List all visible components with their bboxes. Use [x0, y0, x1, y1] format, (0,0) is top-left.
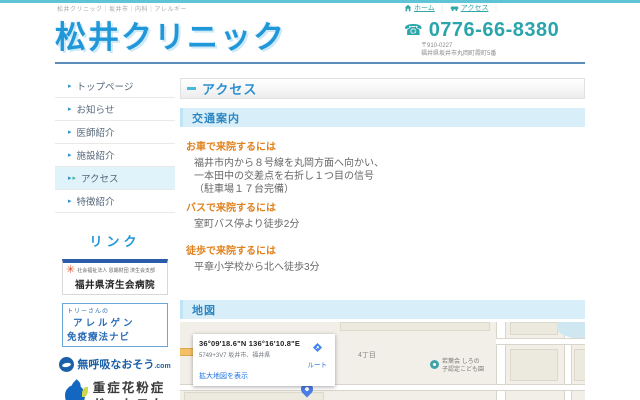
traffic-by-car: お車で来院するには 福井市内から８号線を丸岡方面へ向かい、 一本田中の交差点を右… — [186, 138, 576, 196]
arrow-icon: ▸ — [68, 129, 72, 136]
sidebar-item-access[interactable]: ▸ ▸ アクセス — [55, 167, 175, 190]
street-address: 福井県坂井市丸岡町霞町5番 — [421, 50, 496, 58]
poi-label-line1: 若葉会 しろの — [442, 358, 484, 366]
utilnav-separator: ｜ — [439, 3, 446, 13]
sidebar-item-doctors[interactable]: ▸ 医師紹介 — [55, 121, 175, 144]
route-label: ルート — [308, 359, 328, 369]
traffic-by-bus-title: バスで来院するには — [186, 199, 576, 214]
map-block — [574, 349, 585, 381]
saiseikai-org-line: 社会福祉法人 恩賜財団 済生会支部 — [77, 268, 155, 274]
sidebar-item-label: 施設紹介 — [77, 148, 115, 162]
traffic-by-bus-line: 室町バス停より徒歩2分 — [194, 218, 576, 231]
mukokyu-tld: .com — [154, 363, 170, 370]
map-block — [510, 322, 558, 335]
arrow-icon: ▸ — [68, 198, 72, 205]
phone-icon: ☎ — [404, 23, 423, 38]
traffic-section-heading: 交通案内 — [180, 108, 585, 127]
banner-mukokyu-naosou[interactable]: 無呼吸なおそう.com — [59, 356, 170, 372]
postal-code: 〒910-0227 — [421, 42, 496, 50]
utilnav-access-link[interactable]: アクセス — [450, 3, 489, 13]
kafun-name: 重症花粉症 ドットコム — [93, 380, 166, 400]
top-accent-bar — [0, 0, 640, 3]
sidebar-item-features[interactable]: ▸ 特徴紹介 — [55, 190, 175, 213]
map-block — [340, 322, 490, 331]
traffic-by-walk-title: 徒歩で来院するには — [186, 242, 576, 257]
embedded-map[interactable]: 4丁目 丸岡町本町 若葉会 しろの 子認定こども園 36°09'18.6"N 1… — [180, 322, 585, 400]
traffic-by-walk: 徒歩で来院するには 平章小学校から北へ徒歩3分 — [186, 242, 576, 274]
banner-allergen-navi[interactable]: トリーさんの アレルゲン 免疫療法ナビ — [62, 303, 168, 347]
mukokyu-logo-icon — [59, 357, 74, 372]
sidebar-nav: ▸ トップページ ▸ お知らせ ▸ 医師紹介 ▸ 施設紹介 ▸ ▸ アクセス ▸… — [55, 75, 175, 400]
traffic-by-car-line: （駐車場１７台完備） — [194, 183, 576, 196]
traffic-by-car-line: 一本田中の交差点を右折し１つ目の信号 — [194, 170, 576, 183]
water-drop-leaf — [82, 387, 88, 397]
clinic-website-page: 松井クリニック｜坂井市｜内科｜アレルギー ホーム ｜ アクセス ｜ 松井クリニッ… — [0, 0, 640, 400]
poi-label: 若葉会 しろの 子認定こども園 — [442, 358, 484, 374]
utilnav-separator: ｜ — [492, 3, 499, 13]
allergen-top-line: トリーさんの — [67, 306, 163, 315]
sidebar-item-label: アクセス — [81, 171, 119, 185]
map-info-card: 36°09'18.6"N 136°16'10.8"E 5749+3V7 坂井市、… — [193, 334, 335, 386]
traffic-by-car-title: お車で来院するには — [186, 138, 576, 153]
title-marker-icon — [187, 87, 196, 90]
sidebar-item-top-page[interactable]: ▸ トップページ — [55, 75, 175, 98]
school-icon — [430, 360, 439, 369]
traffic-by-car-line: 福井市内から８号線を丸岡方面へ向かい、 — [194, 157, 576, 170]
directions-icon — [312, 342, 323, 353]
map-water-corner — [557, 322, 585, 338]
address-block: 〒910-0227 福井県坂井市丸岡町霞町5番 — [421, 42, 496, 58]
link-banners: ✳ 社会福祉法人 恩賜財団 済生会支部 福井県済生会病院 トリーさんの アレルゲ… — [55, 250, 175, 400]
links-heading: リンク — [55, 231, 175, 250]
arrow-icon: ▸ — [68, 106, 72, 113]
traffic-by-walk-line: 平章小学校から北へ徒歩3分 — [194, 261, 576, 274]
phone-block: ☎ 0776-66-8380 — [404, 19, 559, 42]
phone-number: 0776-66-8380 — [429, 19, 560, 42]
sidebar-item-facility[interactable]: ▸ 施設紹介 — [55, 144, 175, 167]
main-content: アクセス 交通案内 お車で来院するには 福井市内から８号線を丸岡方面へ向かい、 … — [180, 78, 585, 400]
clinic-logo-title[interactable]: 松井クリニック — [55, 12, 286, 57]
map-block — [510, 349, 558, 381]
arrow-icon: ▸ — [73, 175, 77, 182]
header-divider — [55, 62, 585, 64]
map-poi-kindergarten[interactable]: 若葉会 しろの 子認定こども園 — [430, 358, 484, 374]
arrow-icon: ▸ — [68, 152, 72, 159]
view-larger-map-link[interactable]: 拡大地図を表示 — [199, 371, 248, 381]
water-drop-icon — [65, 381, 87, 400]
arrow-icon: ▸ — [68, 83, 72, 90]
saiseikai-name: 福井県済生会病院 — [66, 277, 164, 291]
home-icon — [404, 4, 412, 12]
traffic-by-bus: バスで来院するには 室町バス停より徒歩2分 — [186, 199, 576, 231]
map-label-district: 4丁目 — [358, 350, 376, 360]
utilnav-access-label: アクセス — [461, 3, 489, 13]
poi-label-line2: 子認定こども園 — [442, 366, 484, 374]
mukokyu-name: 無呼吸なおそう.com — [77, 356, 170, 372]
allergen-line2: 免疫療法ナビ — [67, 329, 163, 343]
saiseikai-flower-icon: ✳ — [66, 265, 75, 276]
map-road — [496, 338, 585, 345]
map-section-heading: 地図 — [180, 300, 585, 319]
car-icon — [450, 4, 459, 12]
banner-saiseikai-hospital[interactable]: ✳ 社会福祉法人 恩賜財団 済生会支部 福井県済生会病院 — [62, 259, 168, 295]
sidebar-item-label: お知らせ — [77, 102, 115, 116]
map-route-button[interactable]: ルート — [308, 340, 328, 369]
banner-kafunsho-dotcom[interactable]: 重症花粉症 ドットコム — [65, 380, 166, 400]
map-road-orange — [180, 348, 194, 356]
page-title: アクセス — [202, 79, 257, 98]
sidebar-item-label: トップページ — [77, 79, 134, 93]
utilnav-home-label: ホーム — [414, 3, 435, 13]
kafun-line2: ドットコム — [93, 396, 166, 400]
banner-saiseikai-top: ✳ 社会福祉法人 恩賜財団 済生会支部 — [66, 265, 164, 276]
sidebar-item-label: 特徴紹介 — [77, 194, 115, 208]
utilnav-home-link[interactable]: ホーム — [404, 3, 435, 13]
sidebar-item-label: 医師紹介 — [77, 125, 115, 139]
page-title-bar: アクセス — [180, 78, 585, 99]
kafun-line1: 重症花粉症 — [93, 380, 166, 396]
arrow-icon: ▸ — [68, 175, 72, 182]
sidebar-item-news[interactable]: ▸ お知らせ — [55, 98, 175, 121]
allergen-line1: アレルゲン — [73, 315, 163, 329]
mukokyu-name-text: 無呼吸なおそう — [77, 359, 154, 371]
utility-nav: ホーム ｜ アクセス ｜ — [404, 3, 499, 13]
